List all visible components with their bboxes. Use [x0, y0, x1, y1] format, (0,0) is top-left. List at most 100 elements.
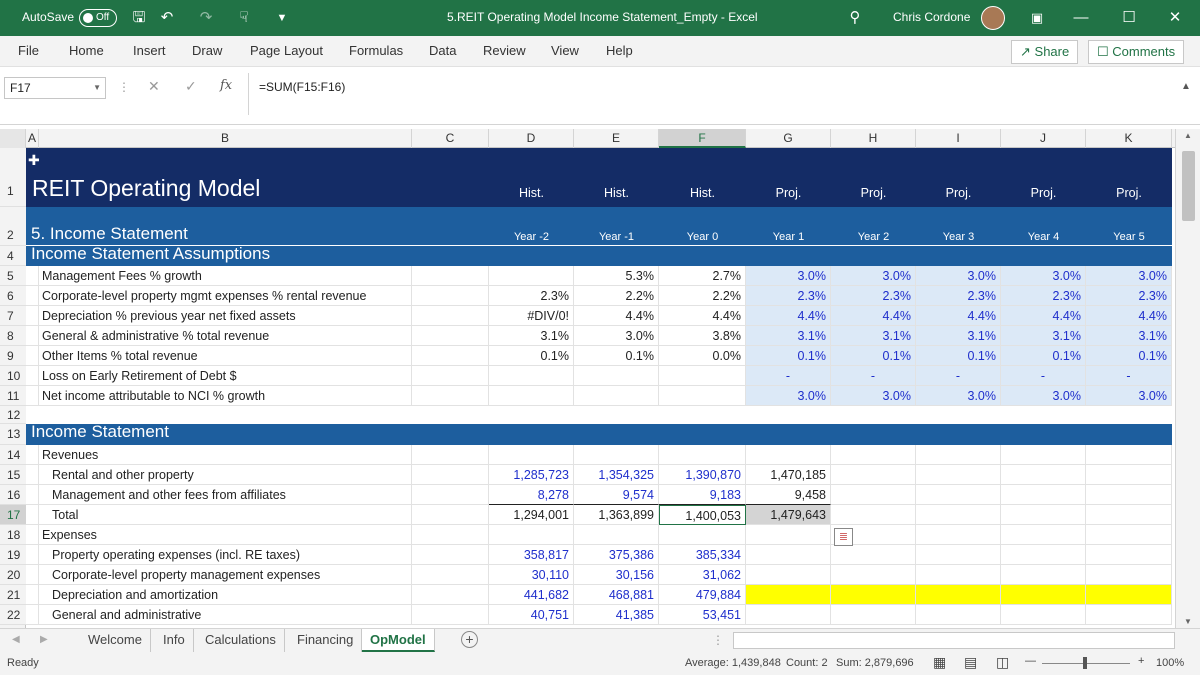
- row-header[interactable]: 5: [0, 266, 26, 286]
- value-cell[interactable]: 2.3%: [489, 286, 574, 306]
- value-cell[interactable]: [916, 445, 1001, 465]
- cell-c[interactable]: [412, 565, 489, 585]
- value-cell[interactable]: 2.3%: [1086, 286, 1172, 306]
- cell-c[interactable]: [412, 386, 489, 406]
- value-cell[interactable]: [489, 445, 574, 465]
- value-cell[interactable]: [1086, 605, 1172, 625]
- value-cell[interactable]: 3.1%: [489, 326, 574, 346]
- value-cell[interactable]: [746, 605, 831, 625]
- row-header[interactable]: 21: [0, 585, 26, 605]
- col-header-c[interactable]: C: [412, 129, 489, 148]
- sheet-tab-financing[interactable]: Financing: [289, 629, 363, 652]
- row-label[interactable]: Revenues: [39, 445, 412, 465]
- tab-formulas[interactable]: Formulas: [349, 43, 403, 58]
- scroll-thumb[interactable]: [1182, 151, 1195, 221]
- collapse-formula-icon[interactable]: ▲: [1181, 81, 1191, 92]
- value-cell[interactable]: 0.1%: [1086, 346, 1172, 366]
- page-layout-view-icon[interactable]: ▤: [964, 654, 977, 671]
- tab-home[interactable]: Home: [69, 43, 104, 58]
- value-cell[interactable]: 2.3%: [1001, 286, 1086, 306]
- user-name[interactable]: Chris Cordone: [893, 10, 970, 24]
- value-cell[interactable]: 1,363,899: [574, 505, 659, 525]
- row-header[interactable]: 2: [0, 207, 26, 246]
- value-cell[interactable]: [746, 545, 831, 565]
- value-cell[interactable]: [831, 545, 916, 565]
- row-header[interactable]: 17: [0, 505, 26, 525]
- value-cell[interactable]: 2.2%: [659, 286, 746, 306]
- row-label[interactable]: General and administrative: [39, 605, 412, 625]
- customize-toolbar-icon[interactable]: ▼: [272, 8, 292, 28]
- normal-view-icon[interactable]: ▦: [933, 654, 946, 671]
- search-icon[interactable]: ⚲: [845, 8, 865, 28]
- row-label[interactable]: Management Fees % growth: [39, 266, 412, 286]
- value-cell[interactable]: 9,574: [574, 485, 659, 505]
- value-cell[interactable]: 479,884: [659, 585, 746, 605]
- value-cell[interactable]: 3.1%: [746, 326, 831, 346]
- value-cell[interactable]: 3.0%: [746, 266, 831, 286]
- next-sheet-icon[interactable]: ▶: [40, 634, 48, 645]
- value-cell[interactable]: [746, 585, 831, 605]
- value-cell[interactable]: 3.8%: [659, 326, 746, 346]
- vertical-scrollbar[interactable]: ▲ ▼: [1175, 129, 1200, 628]
- value-cell[interactable]: 441,682: [489, 585, 574, 605]
- row-label[interactable]: Net income attributable to NCI % growth: [39, 386, 412, 406]
- row-header[interactable]: 10: [0, 366, 26, 386]
- value-cell[interactable]: [489, 266, 574, 286]
- sheet-tab-calculations[interactable]: Calculations: [197, 629, 285, 652]
- value-cell[interactable]: 468,881: [574, 585, 659, 605]
- row-label[interactable]: Expenses: [39, 525, 412, 545]
- value-cell[interactable]: 3.0%: [916, 266, 1001, 286]
- undo-icon[interactable]: ↶: [157, 8, 177, 28]
- value-cell[interactable]: [1001, 545, 1086, 565]
- comments-button[interactable]: ☐ Comments: [1088, 40, 1185, 64]
- value-cell[interactable]: [831, 585, 916, 605]
- zoom-slider-thumb[interactable]: [1083, 657, 1087, 669]
- minimize-icon[interactable]: —: [1071, 8, 1091, 28]
- col-header-h[interactable]: H: [831, 129, 916, 148]
- value-cell[interactable]: 53,451: [659, 605, 746, 625]
- value-cell[interactable]: 4.4%: [1001, 306, 1086, 326]
- cell-c[interactable]: [412, 286, 489, 306]
- value-cell[interactable]: [1086, 445, 1172, 465]
- value-cell[interactable]: 1,470,185: [746, 465, 831, 485]
- value-cell[interactable]: 4.4%: [916, 306, 1001, 326]
- sheet-tab-welcome[interactable]: Welcome: [80, 629, 151, 652]
- scroll-up-icon[interactable]: ▲: [1184, 131, 1192, 140]
- value-cell[interactable]: [1001, 585, 1086, 605]
- col-header-d[interactable]: D: [489, 129, 574, 148]
- value-cell[interactable]: 3.0%: [831, 386, 916, 406]
- value-cell[interactable]: [831, 485, 916, 505]
- col-header-k[interactable]: K: [1086, 129, 1172, 148]
- col-header-a[interactable]: A: [26, 129, 39, 148]
- row-label[interactable]: Rental and other property: [39, 465, 412, 485]
- value-cell[interactable]: [574, 525, 659, 545]
- row-label[interactable]: Management and other fees from affiliate…: [39, 485, 412, 505]
- value-cell[interactable]: 2.7%: [659, 266, 746, 286]
- row-label[interactable]: Depreciation % previous year net fixed a…: [39, 306, 412, 326]
- value-cell[interactable]: [746, 525, 831, 545]
- row-label[interactable]: Depreciation and amortization: [39, 585, 412, 605]
- col-header-g[interactable]: G: [746, 129, 831, 148]
- enter-icon[interactable]: ✓: [185, 78, 197, 95]
- value-cell[interactable]: 0.1%: [1001, 346, 1086, 366]
- value-cell[interactable]: [1001, 605, 1086, 625]
- value-cell[interactable]: [916, 485, 1001, 505]
- value-cell[interactable]: 1,400,053: [659, 505, 746, 525]
- value-cell[interactable]: [746, 565, 831, 585]
- value-cell[interactable]: 3.0%: [1001, 266, 1086, 286]
- value-cell[interactable]: 375,386: [574, 545, 659, 565]
- scroll-down-icon[interactable]: ▼: [1184, 617, 1192, 626]
- value-cell[interactable]: [1086, 505, 1172, 525]
- value-cell[interactable]: 41,385: [574, 605, 659, 625]
- cell-c[interactable]: [412, 525, 489, 545]
- value-cell[interactable]: [916, 545, 1001, 565]
- value-cell[interactable]: [489, 525, 574, 545]
- value-cell[interactable]: 3.0%: [1086, 386, 1172, 406]
- row-header[interactable]: 19: [0, 545, 26, 565]
- value-cell[interactable]: 4.4%: [574, 306, 659, 326]
- row-header[interactable]: 12: [0, 406, 26, 424]
- value-cell[interactable]: [916, 525, 1001, 545]
- page-break-view-icon[interactable]: ◫: [996, 654, 1009, 671]
- autosave-toggle[interactable]: Off: [79, 9, 117, 27]
- value-cell[interactable]: 1,354,325: [574, 465, 659, 485]
